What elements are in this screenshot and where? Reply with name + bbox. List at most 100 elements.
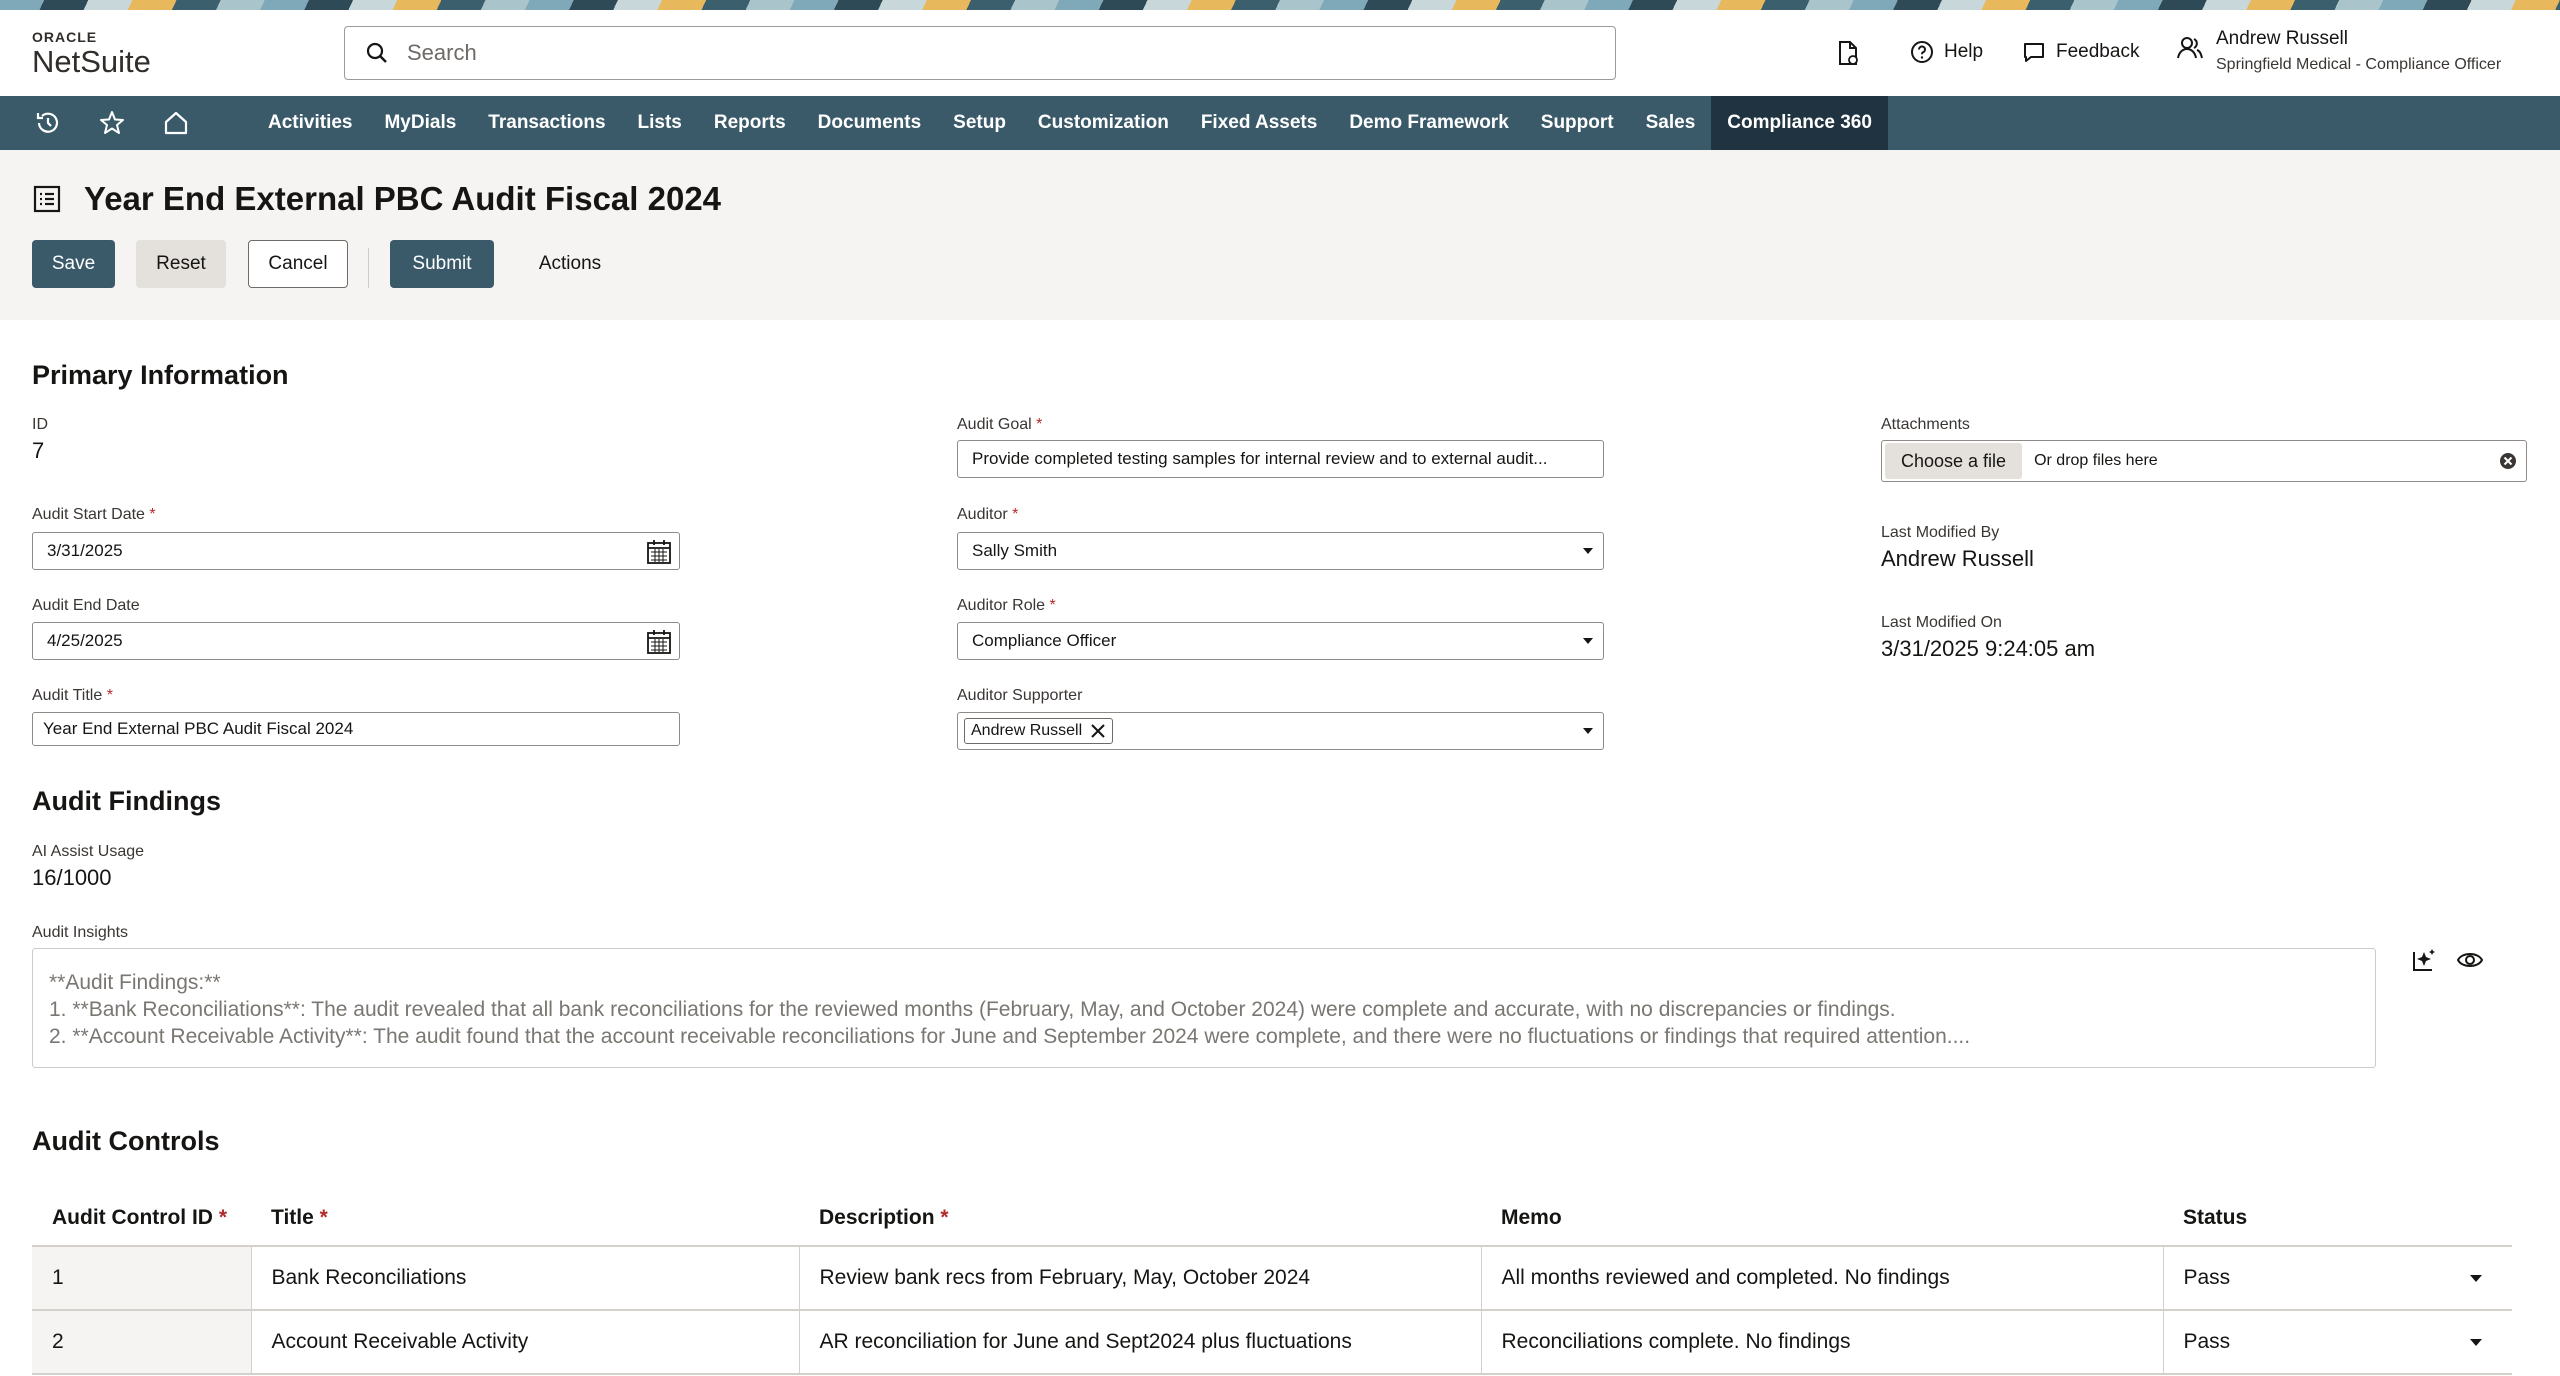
cell-title[interactable]: Bank Reconciliations bbox=[250, 1245, 799, 1310]
last-modified-on-label: Last Modified On bbox=[1881, 614, 2002, 631]
recent-history-icon[interactable] bbox=[16, 96, 80, 150]
save-button[interactable]: Save bbox=[32, 240, 115, 288]
required-marker: * bbox=[1012, 506, 1019, 523]
nav-support[interactable]: Support bbox=[1525, 96, 1630, 150]
user-name: Andrew Russell bbox=[2216, 28, 2348, 49]
col-title-text: Title bbox=[271, 1205, 314, 1229]
help-link[interactable]: Help bbox=[1910, 40, 1983, 64]
table-row: 2 Account Receivable Activity AR reconci… bbox=[32, 1309, 2512, 1375]
table-header-row: Audit Control ID * Title * Description *… bbox=[32, 1190, 2512, 1246]
dropdown-caret-icon bbox=[1583, 548, 1593, 554]
nav-demo-framework[interactable]: Demo Framework bbox=[1333, 96, 1524, 150]
audit-goal-input[interactable]: Provide completed testing samples for in… bbox=[957, 440, 1604, 478]
audit-title-input[interactable]: Year End External PBC Audit Fiscal 2024 bbox=[32, 712, 680, 746]
nav-compliance-360[interactable]: Compliance 360 bbox=[1711, 96, 1888, 150]
nav-reports[interactable]: Reports bbox=[698, 96, 802, 150]
search-input[interactable] bbox=[407, 40, 1507, 66]
actions-menu[interactable]: Actions bbox=[522, 240, 618, 288]
nav-fixed-assets[interactable]: Fixed Assets bbox=[1185, 96, 1334, 150]
calendar-icon[interactable] bbox=[645, 628, 673, 656]
nav-lists[interactable]: Lists bbox=[622, 96, 698, 150]
col-title[interactable]: Title * bbox=[251, 1190, 799, 1246]
audit-goal-value: Provide completed testing samples for in… bbox=[972, 449, 1548, 468]
required-marker: * bbox=[218, 1205, 227, 1229]
supporter-chip[interactable]: Andrew Russell bbox=[964, 718, 1114, 744]
audit-title-label: Audit Title * bbox=[32, 687, 113, 705]
search-icon bbox=[366, 42, 387, 63]
nav-transactions[interactable]: Transactions bbox=[472, 96, 621, 150]
submit-button[interactable]: Submit bbox=[390, 240, 494, 288]
cell-status[interactable]: Pass bbox=[2162, 1309, 2512, 1375]
audit-start-date-field[interactable]: 3/31/2025 bbox=[32, 532, 680, 570]
last-modified-by-label: Last Modified By bbox=[1881, 524, 2000, 541]
oracle-wordmark: ORACLE bbox=[32, 29, 98, 45]
global-search[interactable] bbox=[344, 26, 1616, 80]
cell-status[interactable]: Pass bbox=[2162, 1245, 2512, 1310]
nav-mydials[interactable]: MyDials bbox=[368, 96, 472, 150]
required-marker: * bbox=[1049, 597, 1056, 614]
start-date-label-text: Audit Start Date bbox=[32, 506, 145, 523]
calendar-icon[interactable] bbox=[645, 538, 673, 566]
preview-eye-icon[interactable] bbox=[2456, 948, 2484, 972]
cell-description[interactable]: Review bank recs from February, May, Oct… bbox=[798, 1245, 1481, 1310]
help-label: Help bbox=[1944, 41, 1984, 62]
cell-memo[interactable]: Reconciliations complete. No findings bbox=[1480, 1309, 2163, 1375]
nav-sales[interactable]: Sales bbox=[1630, 96, 1712, 150]
last-modified-on-value: 3/31/2025 9:24:05 am bbox=[1881, 636, 2096, 661]
insights-line: 2. **Account Receivable Activity**: The … bbox=[49, 1025, 1971, 1048]
main-navigation: Activities MyDials Transactions Lists Re… bbox=[0, 96, 2560, 150]
col-audit-control-id-text: Audit Control ID bbox=[52, 1205, 213, 1229]
netsuite-logo[interactable]: ORACLE NetSuite bbox=[32, 30, 151, 77]
user-menu[interactable]: Andrew Russell Springfield Medical - Com… bbox=[2176, 28, 2501, 74]
record-header: Year End External PBC Audit Fiscal 2024 bbox=[0, 150, 2560, 320]
cancel-button[interactable]: Cancel bbox=[248, 240, 348, 288]
audit-insights-textarea[interactable]: **Audit Findings:** 1. **Bank Reconcilia… bbox=[32, 948, 2376, 1068]
insights-line: 1. **Bank Reconciliations**: The audit r… bbox=[49, 998, 1896, 1021]
file-upload[interactable]: Choose a file Or drop files here bbox=[1881, 440, 2527, 482]
recent-records-icon[interactable] bbox=[1836, 40, 1860, 71]
auditor-label-text: Auditor bbox=[957, 506, 1008, 523]
audit-goal-label-text: Audit Goal bbox=[957, 416, 1032, 433]
audit-goal-label: Audit Goal * bbox=[957, 416, 1042, 434]
cell-description[interactable]: AR reconciliation for June and Sept2024 … bbox=[798, 1309, 1481, 1375]
favorites-star-icon[interactable] bbox=[80, 96, 144, 150]
auditor-role-select[interactable]: Compliance Officer bbox=[957, 622, 1604, 660]
auditor-supporter-multiselect[interactable]: Andrew Russell bbox=[957, 712, 1604, 750]
auditor-value: Sally Smith bbox=[972, 541, 1058, 560]
audit-findings-heading: Audit Findings bbox=[32, 786, 221, 816]
clear-circle-icon[interactable] bbox=[2498, 451, 2518, 471]
audit-title-label-text: Audit Title bbox=[32, 687, 103, 704]
col-audit-control-id[interactable]: Audit Control ID * bbox=[32, 1190, 251, 1246]
nav-documents[interactable]: Documents bbox=[802, 96, 937, 150]
audit-end-date-field[interactable]: 4/25/2025 bbox=[32, 622, 680, 660]
remove-x-icon[interactable] bbox=[1090, 723, 1106, 739]
dropdown-caret-icon bbox=[2470, 1339, 2482, 1346]
ai-assist-value: 16/1000 bbox=[32, 865, 112, 890]
feedback-link[interactable]: Feedback bbox=[2022, 40, 2139, 64]
col-memo[interactable]: Memo bbox=[1481, 1190, 2163, 1246]
required-marker: * bbox=[940, 1205, 949, 1229]
auditor-role-label-text: Auditor Role bbox=[957, 597, 1046, 614]
cell-memo[interactable]: All months reviewed and completed. No fi… bbox=[1480, 1245, 2163, 1310]
required-marker: * bbox=[149, 506, 156, 523]
nav-customization[interactable]: Customization bbox=[1022, 96, 1185, 150]
audit-title-value: Year End External PBC Audit Fiscal 2024 bbox=[43, 719, 354, 738]
auditor-select[interactable]: Sally Smith bbox=[957, 532, 1604, 570]
col-status[interactable]: Status bbox=[2163, 1190, 2512, 1246]
cell-control-id: 2 bbox=[32, 1309, 251, 1375]
choose-file-button[interactable]: Choose a file bbox=[1885, 443, 2023, 479]
home-icon[interactable] bbox=[144, 96, 208, 150]
global-header: ORACLE NetSuite Help Feedback bbox=[0, 10, 2560, 96]
cell-title[interactable]: Account Receivable Activity bbox=[250, 1309, 799, 1375]
required-marker: * bbox=[106, 687, 113, 704]
col-description[interactable]: Description * bbox=[799, 1190, 1481, 1246]
ai-generate-sparkle-icon[interactable] bbox=[2410, 946, 2438, 974]
supporter-chip-label: Andrew Russell bbox=[971, 722, 1083, 739]
required-marker: * bbox=[1036, 416, 1043, 433]
nav-activities[interactable]: Activities bbox=[252, 96, 368, 150]
last-modified-by-value: Andrew Russell bbox=[1881, 546, 2034, 571]
nav-setup[interactable]: Setup bbox=[937, 96, 1022, 150]
reset-button[interactable]: Reset bbox=[136, 240, 226, 288]
audit-controls-table: Audit Control ID * Title * Description *… bbox=[32, 1190, 2512, 1375]
dropdown-caret-icon bbox=[1583, 638, 1593, 644]
